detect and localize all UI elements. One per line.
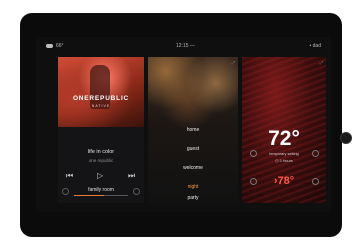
app-screen: 66° 12:15 — • dad ONEREPUBLIC NATIVE lif…: [36, 37, 331, 212]
cloud-icon: [46, 44, 53, 48]
room-label: family room: [88, 187, 114, 193]
temporary-duration: ◷ 3 Hours: [275, 159, 293, 163]
knob-left-lower[interactable]: [250, 178, 257, 185]
clock: 12:15 —: [176, 43, 195, 49]
volume-up-icon[interactable]: [133, 188, 140, 195]
next-track-button[interactable]: ⏭: [128, 172, 135, 180]
play-icon: ▷: [97, 171, 104, 180]
knob-right-upper[interactable]: [312, 150, 319, 157]
volume-fill: [74, 195, 104, 196]
scene-home[interactable]: home: [148, 127, 238, 133]
previous-icon: ⏮: [66, 171, 74, 180]
next-icon: ⏭: [128, 171, 136, 180]
expand-icon[interactable]: ⤢: [320, 60, 323, 65]
previous-track-button[interactable]: ⏮: [66, 172, 73, 180]
album-art[interactable]: ONEREPUBLIC NATIVE: [58, 57, 144, 127]
album-subtitle: NATIVE: [91, 104, 111, 108]
track-artist: one republic: [88, 158, 114, 163]
volume-slider[interactable]: [74, 195, 128, 196]
scene-guest[interactable]: guest: [148, 146, 238, 152]
knob-left-upper[interactable]: [250, 150, 257, 157]
scenes-panel: ⤢ home guest welcome night party: [148, 57, 238, 203]
room-selector[interactable]: family room: [58, 187, 144, 199]
knob-right-lower[interactable]: [312, 178, 319, 185]
outside-temperature: 66°: [56, 43, 64, 49]
play-button[interactable]: ▷: [97, 172, 103, 180]
status-bar: 66° 12:15 — • dad: [36, 43, 331, 53]
scene-welcome[interactable]: welcome: [148, 165, 238, 171]
home-button[interactable]: [340, 132, 352, 144]
music-panel: ONEREPUBLIC NATIVE life in color one rep…: [58, 57, 144, 203]
current-temperature: 72°: [268, 127, 300, 150]
scene-party[interactable]: party: [148, 195, 238, 201]
album-band: ONEREPUBLIC: [72, 95, 130, 102]
thermostat-panel: ⤢ 72° temporary setting ◷ 3 Hours ›78°: [242, 57, 326, 203]
expand-icon[interactable]: ⤢: [232, 60, 235, 65]
scene-night[interactable]: night: [148, 184, 238, 190]
track-title: life in color: [87, 149, 115, 155]
album-figure: [90, 65, 110, 109]
user-label[interactable]: • dad: [310, 43, 321, 49]
